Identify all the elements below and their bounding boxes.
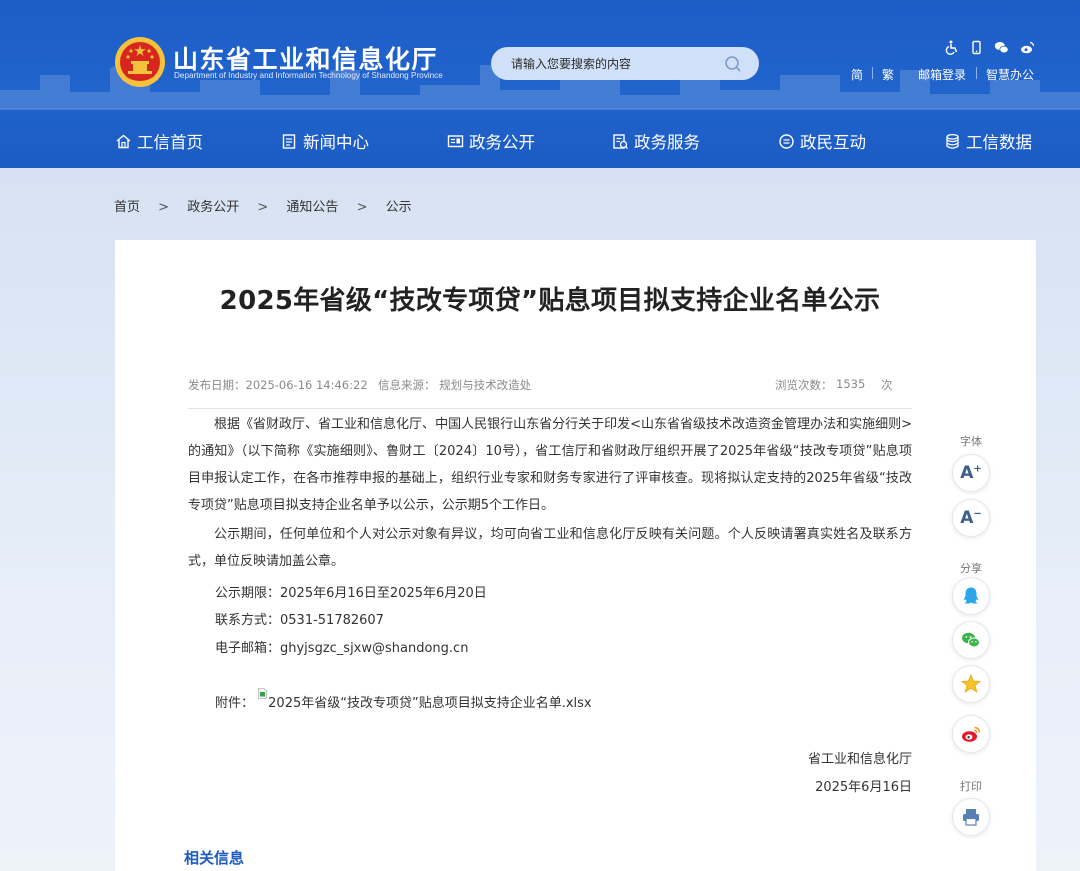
nav-item-home[interactable]: 工信首页 [115, 128, 203, 154]
breadcrumb-separator: > [158, 200, 170, 215]
traditional-chinese-link[interactable]: 繁 [882, 66, 894, 83]
font-increase-button[interactable]: A+ [952, 454, 990, 492]
share-weibo-button[interactable] [952, 715, 990, 753]
wechat-icon[interactable] [994, 40, 1009, 55]
service-icon [613, 133, 628, 149]
breadcrumb-separator: > [257, 200, 269, 215]
national-emblem-logo [115, 37, 165, 87]
font-increase-icon: A+ [960, 463, 982, 483]
site-subtitle: Department of Industry and Information T… [174, 71, 443, 80]
home-icon [116, 134, 131, 148]
signature-org: 省工业和信息化厅 [807, 752, 912, 767]
wechat-share-icon [962, 632, 980, 648]
font-size-label: 字体 [960, 435, 982, 448]
article-paragraph: 根据《省财政厅、省工业和信息化厅、中国人民银行山东省分行关于印发<山东省省级技术… [188, 417, 912, 513]
attachment-label: 附件： [215, 696, 255, 711]
share-qzone-button[interactable] [952, 665, 990, 703]
publish-date: 发布日期：2025-06-16 14:46:22 [188, 378, 368, 392]
nav-label: 政务服务 [634, 133, 700, 152]
accessibility-icon[interactable] [944, 40, 959, 55]
attachment-link[interactable]: 2025年省级“技改专项贷”贴息项目拟支持企业名单.xlsx [268, 696, 591, 711]
open-gov-icon [447, 134, 464, 147]
contact-email: 电子邮箱：ghyjsgzc_sjxw@shandong.cn [215, 641, 469, 656]
weibo-icon[interactable] [1020, 40, 1035, 55]
nav-item-interaction[interactable]: 政民互动 [778, 128, 866, 154]
qq-icon [963, 587, 979, 604]
nav-label: 工信数据 [966, 133, 1032, 152]
breadcrumb-open-government[interactable]: 政务公开 [187, 196, 239, 215]
signature-date: 2025年6月16日 [815, 780, 912, 795]
breadcrumb-notices[interactable]: 通知公告 [286, 196, 338, 215]
nav-item-government-service[interactable]: 政务服务 [612, 128, 700, 154]
share-wechat-button[interactable] [952, 621, 990, 659]
simplified-chinese-link[interactable]: 简 [851, 66, 863, 83]
share-label: 分享 [960, 562, 982, 575]
nav-item-data[interactable]: 工信数据 [944, 128, 1032, 154]
search-box [491, 47, 759, 80]
article-paragraph: 公示期间，任何单位和个人对公示对象有异议，均可向省工业和信息化厅反映有关问题。个… [188, 527, 912, 569]
font-decrease-icon: A− [960, 508, 982, 528]
breadcrumb: 首页 > 政务公开 > 通知公告 > 公示 [114, 196, 412, 215]
view-count-unit: 次 [881, 378, 893, 392]
attachment-row: 附件： 2025年省级“技改专项贷”贴息项目拟支持企业名单.xlsx [215, 688, 592, 711]
search-input[interactable] [491, 47, 721, 80]
breadcrumb-publicity[interactable]: 公示 [386, 196, 412, 215]
weibo-share-icon [962, 726, 981, 742]
print-button[interactable] [952, 798, 990, 836]
mail-login-link[interactable]: 邮箱登录 [918, 66, 966, 83]
header-divider [0, 108, 1080, 109]
link-separator [872, 67, 873, 79]
article-title: 2025年省级“技改专项贷”贴息项目拟支持企业名单公示 [219, 286, 881, 316]
search-icon[interactable] [724, 55, 742, 73]
nav-item-open-government[interactable]: 政务公开 [447, 128, 535, 154]
info-source: 信息来源： 规划与技术改造处 [378, 378, 532, 392]
nav-label: 新闻中心 [303, 133, 369, 152]
related-info-heading: 相关信息 [184, 849, 245, 867]
mobile-icon[interactable] [969, 40, 984, 55]
excel-file-icon [258, 688, 267, 699]
qzone-icon [960, 673, 982, 693]
nav-label: 政务公开 [469, 133, 535, 152]
meta-divider [188, 408, 912, 409]
breadcrumb-home[interactable]: 首页 [114, 196, 140, 215]
nav-item-news[interactable]: 新闻中心 [281, 128, 369, 154]
nav-label: 政民互动 [800, 133, 866, 152]
breadcrumb-separator: > [356, 200, 368, 215]
link-separator [976, 67, 977, 79]
smart-office-link[interactable]: 智慧办公 [986, 66, 1034, 83]
news-icon [282, 133, 296, 149]
contact-phone: 联系方式：0531-51782607 [215, 613, 384, 628]
print-label: 打印 [960, 780, 982, 793]
printer-icon [963, 809, 979, 826]
chat-icon [779, 133, 794, 149]
database-icon [946, 133, 959, 149]
publicity-period: 公示期限：2025年6月16日至2025年6月20日 [215, 586, 487, 601]
share-qq-button[interactable] [952, 577, 990, 615]
view-count-label: 浏览次数： [775, 378, 833, 392]
font-decrease-button[interactable]: A− [952, 499, 990, 537]
view-count: 1535 [836, 377, 866, 391]
nav-label: 工信首页 [137, 133, 203, 152]
